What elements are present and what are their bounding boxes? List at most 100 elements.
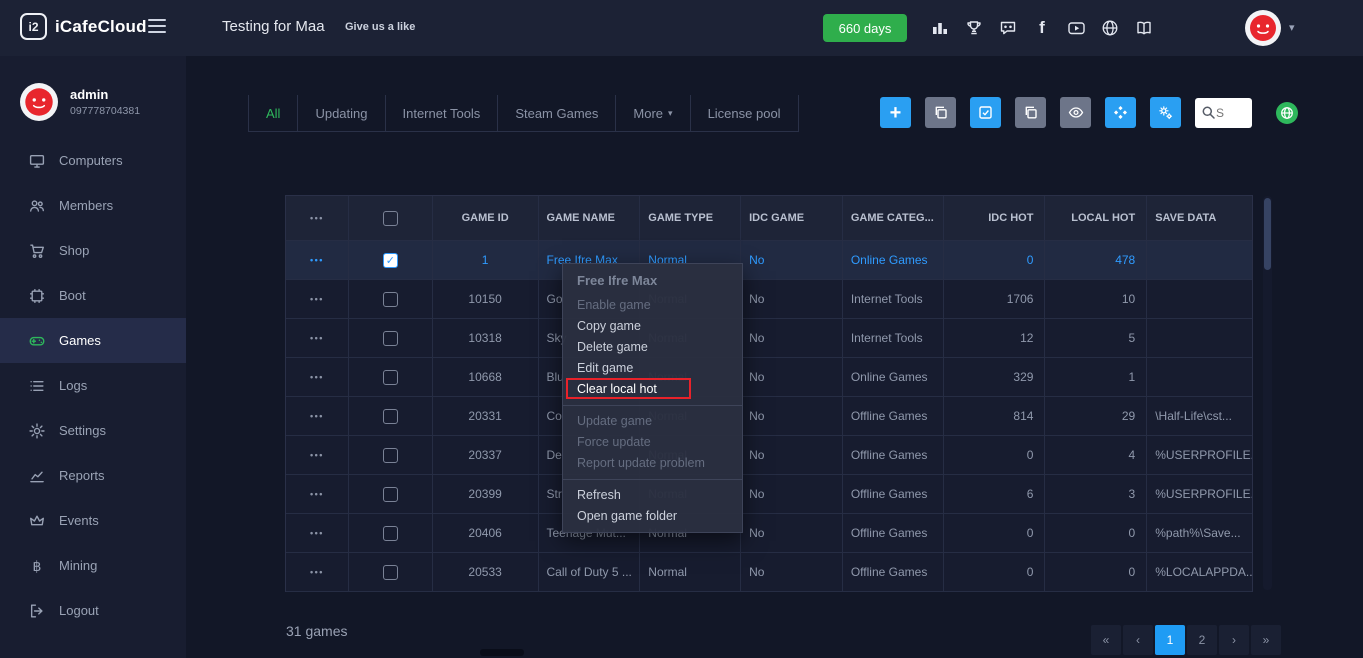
sidebar-item-mining[interactable]: ฿ Mining bbox=[0, 543, 186, 588]
row-actions-button[interactable]: ••• bbox=[310, 528, 324, 538]
sidebar-item-events[interactable]: Events bbox=[0, 498, 186, 543]
game-settings-button[interactable] bbox=[1150, 97, 1181, 128]
license-days-button[interactable]: 660 days bbox=[823, 14, 907, 42]
sidebar-item-members[interactable]: Members bbox=[0, 183, 186, 228]
row-actions-button[interactable]: ••• bbox=[310, 255, 324, 265]
games-count: 31 games bbox=[286, 623, 347, 639]
sidebar: admin 097778704381 Computers Members Sho… bbox=[0, 56, 186, 658]
page-next-button[interactable]: › bbox=[1219, 625, 1249, 655]
table-row[interactable]: ••• 10318 Sky Normal No Internet Tools 1… bbox=[286, 319, 1252, 358]
tab-more-label: More bbox=[633, 106, 663, 121]
select-all-button[interactable] bbox=[970, 97, 1001, 128]
vertical-scrollbar[interactable] bbox=[1263, 196, 1272, 590]
table-row[interactable]: ••• 20406 Teenage Mut... Normal No Offli… bbox=[286, 514, 1252, 553]
boot-chip-icon bbox=[29, 288, 45, 304]
row-checkbox[interactable] bbox=[383, 448, 398, 463]
tab-steam-games[interactable]: Steam Games bbox=[498, 95, 616, 131]
sidebar-item-boot[interactable]: Boot bbox=[0, 273, 186, 318]
sidebar-item-label: Settings bbox=[59, 423, 106, 438]
facebook-icon[interactable]: f bbox=[1032, 18, 1052, 38]
search-input[interactable] bbox=[1216, 106, 1244, 120]
sidebar-item-reports[interactable]: Reports bbox=[0, 453, 186, 498]
sidebar-item-shop[interactable]: Shop bbox=[0, 228, 186, 273]
add-game-button[interactable]: + bbox=[880, 97, 911, 128]
row-actions-button[interactable]: ••• bbox=[310, 567, 324, 577]
row-actions-button[interactable]: ••• bbox=[310, 411, 324, 421]
website-globe-icon[interactable] bbox=[1100, 18, 1120, 38]
chevron-down-icon[interactable]: ▾ bbox=[1289, 21, 1295, 34]
page-prev-button[interactable]: ‹ bbox=[1123, 625, 1153, 655]
table-row[interactable]: ••• 20337 De Normal No Offline Games 0 4… bbox=[286, 436, 1252, 475]
cell-local-hot: 10 bbox=[1045, 280, 1147, 318]
table-row[interactable]: ••• 20331 Co Normal No Offline Games 814… bbox=[286, 397, 1252, 436]
duplicate-button[interactable] bbox=[1015, 97, 1046, 128]
table-row[interactable]: ••• 1 Free Ifre Max Normal No Online Gam… bbox=[286, 241, 1252, 280]
preview-button[interactable] bbox=[1060, 97, 1091, 128]
language-globe-button[interactable] bbox=[1276, 102, 1298, 124]
row-checkbox[interactable] bbox=[383, 487, 398, 502]
page-first-button[interactable]: « bbox=[1091, 625, 1121, 655]
menu-item-delete-game[interactable]: Delete game bbox=[563, 337, 742, 358]
tab-updating[interactable]: Updating bbox=[298, 95, 385, 131]
categories-button[interactable] bbox=[1105, 97, 1136, 128]
horizontal-scrollbar-thumb[interactable] bbox=[480, 649, 524, 656]
row-actions-button[interactable]: ••• bbox=[310, 489, 324, 499]
page-2-button[interactable]: 2 bbox=[1187, 625, 1217, 655]
tab-all[interactable]: All bbox=[248, 95, 298, 131]
menu-item-enable-game: Enable game bbox=[563, 295, 742, 316]
header-checkbox[interactable] bbox=[383, 211, 398, 226]
cell-game-category: Offline Games bbox=[843, 397, 944, 435]
page-last-button[interactable]: » bbox=[1251, 625, 1281, 655]
user-avatar[interactable] bbox=[1245, 10, 1281, 46]
table-row[interactable]: ••• 20533 Call of Duty 5 ... Normal No O… bbox=[286, 553, 1252, 592]
page-1-button[interactable]: 1 bbox=[1155, 625, 1185, 655]
row-checkbox[interactable] bbox=[383, 526, 398, 541]
menu-item-open-game-folder[interactable]: Open game folder bbox=[563, 506, 742, 527]
table-row[interactable]: ••• 10668 Blu Normal No Online Games 329… bbox=[286, 358, 1252, 397]
discord-icon[interactable] bbox=[998, 18, 1018, 38]
hamburger-menu-icon[interactable] bbox=[147, 18, 167, 34]
tab-license-pool[interactable]: License pool bbox=[691, 95, 799, 131]
youtube-icon[interactable] bbox=[1066, 18, 1086, 38]
table-row[interactable]: ••• 20399 Str Normal No Offline Games 6 … bbox=[286, 475, 1252, 514]
row-actions-button[interactable]: ••• bbox=[310, 294, 324, 304]
table-toolbar: + bbox=[880, 97, 1298, 128]
sidebar-item-computers[interactable]: Computers bbox=[0, 138, 186, 183]
menu-item-refresh[interactable]: Refresh bbox=[563, 485, 742, 506]
leaderboard-icon[interactable] bbox=[930, 18, 950, 38]
pagination: « ‹ 1 2 › » bbox=[1091, 625, 1281, 655]
table-row[interactable]: ••• 10150 Go Normal No Internet Tools 17… bbox=[286, 280, 1252, 319]
cell-game-category: Internet Tools bbox=[843, 280, 944, 318]
row-checkbox[interactable] bbox=[383, 253, 398, 268]
sidebar-item-games[interactable]: Games bbox=[0, 318, 186, 363]
menu-item-copy-game[interactable]: Copy game bbox=[563, 316, 742, 337]
cell-game-category: Offline Games bbox=[843, 475, 944, 513]
search-box bbox=[1195, 98, 1252, 128]
copy-games-button[interactable] bbox=[925, 97, 956, 128]
row-checkbox[interactable] bbox=[383, 292, 398, 307]
give-us-a-like-link[interactable]: Give us a like bbox=[345, 21, 415, 33]
tab-more[interactable]: More ▾ bbox=[616, 95, 690, 131]
header-actions-menu[interactable]: ••• bbox=[310, 213, 324, 223]
copy-icon bbox=[1023, 105, 1038, 120]
row-actions-button[interactable]: ••• bbox=[310, 450, 324, 460]
sidebar-item-logout[interactable]: Logout bbox=[0, 588, 186, 633]
row-checkbox[interactable] bbox=[383, 331, 398, 346]
cell-game-id: 10150 bbox=[433, 280, 539, 318]
trophy-icon[interactable] bbox=[964, 18, 984, 38]
vertical-scrollbar-thumb[interactable] bbox=[1264, 198, 1271, 270]
row-checkbox[interactable] bbox=[383, 370, 398, 385]
col-header-game-id: GAME ID bbox=[433, 196, 539, 240]
menu-item-clear-local-hot[interactable]: Clear local hot bbox=[563, 379, 742, 400]
row-checkbox[interactable] bbox=[383, 565, 398, 580]
tab-internet-tools[interactable]: Internet Tools bbox=[386, 95, 499, 131]
cell-local-hot: 3 bbox=[1045, 475, 1147, 513]
menu-item-edit-game[interactable]: Edit game bbox=[563, 358, 742, 379]
docs-book-icon[interactable] bbox=[1134, 18, 1154, 38]
row-actions-button[interactable]: ••• bbox=[310, 333, 324, 343]
row-actions-button[interactable]: ••• bbox=[310, 372, 324, 382]
games-table: ••• GAME ID GAME NAME GAME TYPE IDC GAME… bbox=[285, 195, 1253, 592]
sidebar-item-logs[interactable]: Logs bbox=[0, 363, 186, 408]
sidebar-item-settings[interactable]: Settings bbox=[0, 408, 186, 453]
row-checkbox[interactable] bbox=[383, 409, 398, 424]
